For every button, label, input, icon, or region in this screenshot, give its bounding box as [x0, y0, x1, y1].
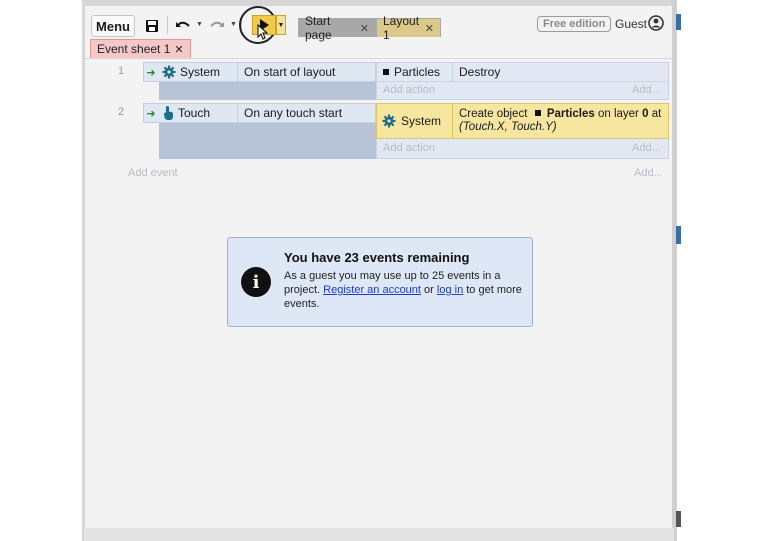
- action-object-label: System: [401, 114, 442, 128]
- tab-label: Start page: [305, 14, 332, 42]
- action-object-label: Particles: [394, 65, 441, 79]
- notice-text: or: [424, 284, 434, 296]
- right-panel-marker: [676, 511, 681, 527]
- condition-empty-area[interactable]: [159, 123, 376, 159]
- bottom-status-bar: [84, 528, 674, 541]
- right-panel-marker: [676, 226, 681, 244]
- trigger-arrow-icon: ➜: [146, 66, 156, 79]
- event-number: 1: [118, 65, 125, 77]
- user-avatar-icon[interactable]: [648, 15, 664, 31]
- action-text-part: on layer: [597, 108, 639, 120]
- tab-start-page[interactable]: Start page ✕: [298, 14, 376, 42]
- user-name-label[interactable]: Guest: [615, 17, 647, 31]
- particles-object-icon: [383, 69, 389, 75]
- save-icon[interactable]: [142, 16, 162, 36]
- event-action[interactable]: Particles Destroy: [376, 62, 669, 82]
- action-text-layer: 0: [642, 108, 649, 120]
- particles-object-icon: [534, 110, 541, 116]
- info-icon: i: [241, 267, 271, 297]
- condition-text[interactable]: On any touch start: [238, 106, 342, 120]
- condition-empty-area[interactable]: [159, 82, 376, 100]
- tab-label: Event sheet 1: [97, 42, 171, 56]
- action-object[interactable]: Particles: [377, 63, 453, 81]
- gear-icon: [382, 114, 396, 128]
- add-more-link[interactable]: Add...: [632, 142, 661, 154]
- right-margin: [677, 0, 763, 541]
- add-action-link[interactable]: Add action: [383, 84, 435, 96]
- tab-layout-1[interactable]: Layout 1 ✕: [376, 14, 441, 42]
- event-number: 2: [118, 106, 125, 118]
- action-object[interactable]: System: [377, 104, 453, 138]
- mouse-cursor-icon: [257, 24, 269, 40]
- events-remaining-notice: i You have 23 events remaining As a gues…: [227, 237, 533, 327]
- action-text-part: at: [651, 108, 662, 120]
- close-icon[interactable]: ✕: [425, 22, 434, 35]
- event-sheet: 1 ➜ System On start of layout Particles …: [85, 58, 672, 528]
- condition-object-label: Touch: [178, 106, 211, 120]
- action-text[interactable]: Destroy: [453, 65, 500, 79]
- condition-object[interactable]: System: [158, 63, 238, 81]
- action-text-coords: (Touch.X, Touch.Y): [459, 121, 557, 133]
- register-account-link[interactable]: Register an account: [323, 284, 421, 296]
- event-condition[interactable]: ➜ Touch On any touch start: [143, 103, 376, 123]
- close-icon[interactable]: ✕: [360, 22, 369, 35]
- action-text-part: Create object: [459, 108, 528, 120]
- notice-title: You have 23 events remaining: [284, 250, 470, 265]
- redo-icon[interactable]: [208, 16, 226, 36]
- undo-dropdown-icon[interactable]: ▼: [196, 21, 203, 28]
- trigger-arrow-icon: ➜: [146, 107, 156, 120]
- tab-label: Layout 1: [383, 14, 420, 42]
- undo-icon[interactable]: [174, 16, 192, 36]
- editor-window: Menu ▼ ▼ ▼ Start page ✕ Layout 1 ✕ Free …: [85, 6, 672, 528]
- add-action-row: Add action Add...: [376, 82, 669, 100]
- free-edition-badge[interactable]: Free edition: [537, 16, 612, 32]
- left-margin: [0, 0, 84, 541]
- menu-button[interactable]: Menu: [91, 15, 135, 37]
- redo-dropdown-icon[interactable]: ▼: [230, 21, 237, 28]
- touch-hand-icon: [164, 106, 173, 120]
- preview-dropdown-icon[interactable]: ▼: [276, 15, 286, 35]
- condition-text[interactable]: On start of layout: [238, 65, 335, 79]
- event-action-selected[interactable]: System Create object Particles on layer …: [376, 103, 669, 139]
- toolbar-separator: [167, 16, 168, 34]
- add-action-row: Add action Add...: [376, 139, 669, 159]
- add-more-link[interactable]: Add...: [634, 167, 663, 179]
- add-more-link[interactable]: Add...: [632, 84, 661, 96]
- notice-body: As a guest you may use up to 25 events i…: [284, 269, 524, 311]
- close-icon[interactable]: ✕: [174, 43, 183, 56]
- log-in-link[interactable]: log in: [437, 284, 463, 296]
- add-event-link[interactable]: Add event: [128, 167, 178, 179]
- gear-icon: [162, 65, 176, 79]
- action-text-object: Particles: [546, 108, 595, 120]
- condition-object[interactable]: Touch: [158, 104, 238, 122]
- add-action-link[interactable]: Add action: [383, 142, 435, 154]
- tab-event-sheet-1[interactable]: Event sheet 1 ✕: [90, 39, 191, 58]
- event-condition[interactable]: ➜ System On start of layout: [143, 62, 376, 82]
- action-text[interactable]: Create object Particles on layer 0 at (T…: [459, 108, 669, 134]
- right-panel-marker: [676, 14, 681, 30]
- condition-object-label: System: [180, 65, 221, 79]
